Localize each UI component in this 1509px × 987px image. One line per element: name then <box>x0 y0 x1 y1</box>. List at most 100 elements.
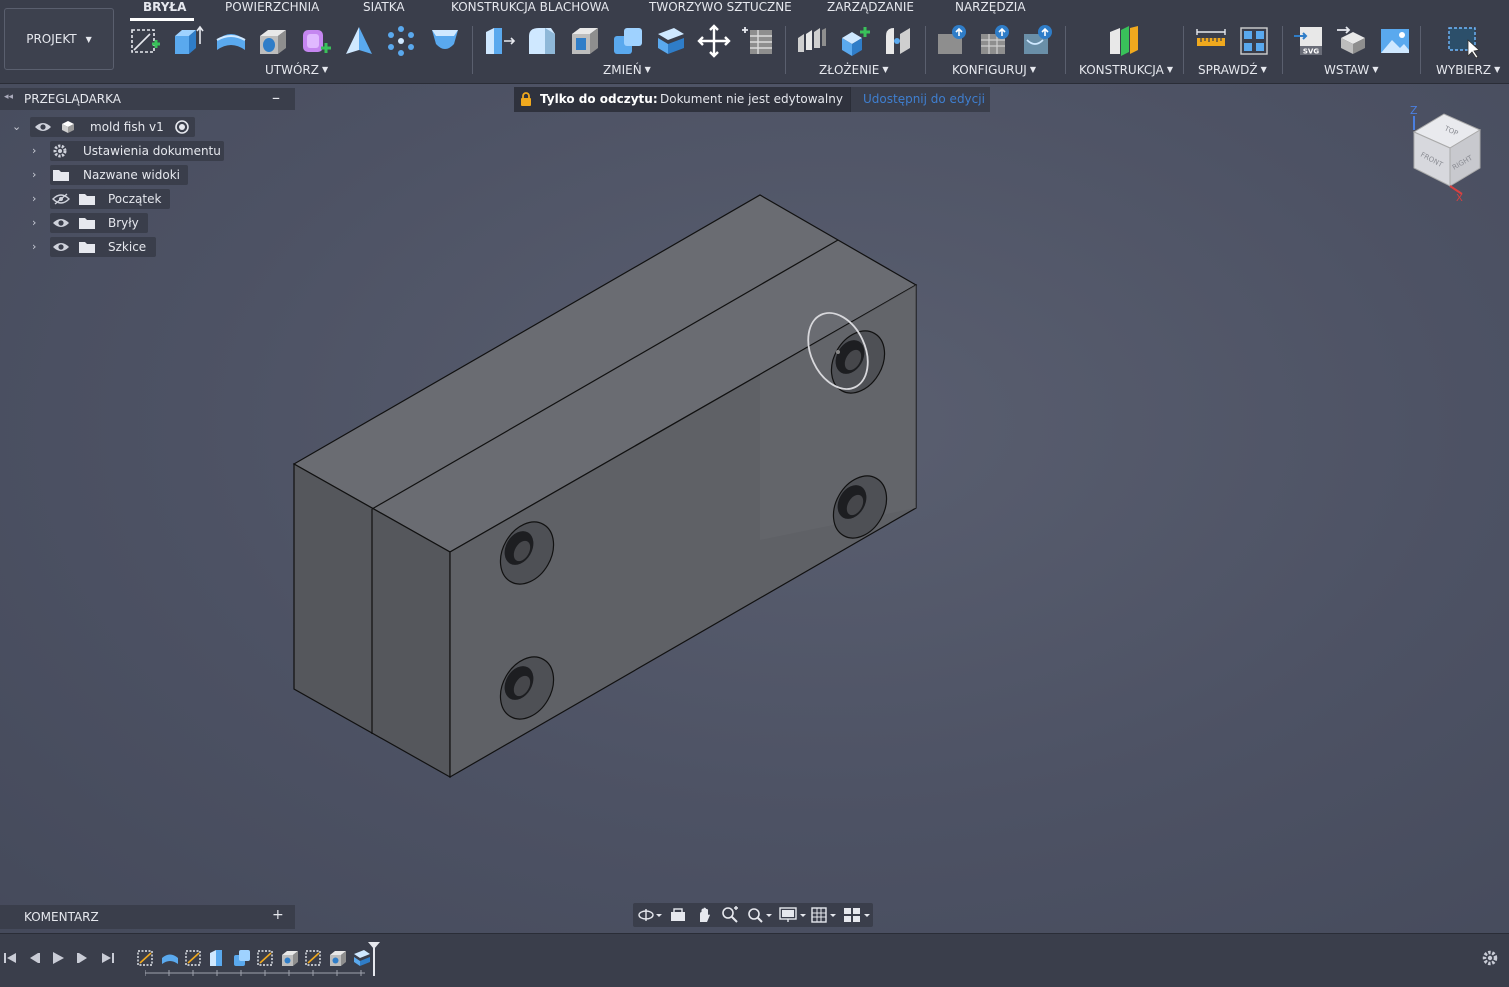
model-view[interactable] <box>0 84 1509 933</box>
tab-plastic[interactable]: TWORZYWO SZTUCZNE <box>649 0 792 14</box>
timeline-hole-icon[interactable] <box>328 948 348 968</box>
eye-hidden-icon[interactable] <box>52 193 70 205</box>
chevron-right-icon[interactable]: › <box>32 192 44 205</box>
group-assemble-label[interactable]: ZŁOŻENIE ▼ <box>819 63 888 77</box>
insert-svg-icon[interactable]: SVG <box>1292 24 1326 58</box>
group-create-label[interactable]: UTWÓRZ ▼ <box>265 63 328 77</box>
timeline-hole-icon[interactable] <box>280 948 300 968</box>
fillet-icon[interactable] <box>525 24 559 58</box>
create-form-icon[interactable] <box>299 24 333 58</box>
offset-face-icon[interactable] <box>654 24 688 58</box>
orbit-icon[interactable] <box>637 907 663 923</box>
pyramid-icon[interactable] <box>342 24 376 58</box>
timeline-sketch-icon[interactable] <box>304 948 324 968</box>
tab-solid[interactable]: BRYŁA <box>143 0 186 14</box>
timeline-marker[interactable] <box>368 942 380 976</box>
zoom-icon[interactable] <box>721 906 739 924</box>
tab-surface[interactable]: POWIERZCHNIA <box>225 0 319 14</box>
configure-design-icon[interactable] <box>935 24 969 58</box>
chevron-right-icon[interactable]: › <box>32 144 44 157</box>
add-comment-icon[interactable]: + <box>272 907 284 923</box>
browser-root-item[interactable]: mold fish v1 <box>30 117 195 137</box>
project-button[interactable]: PROJEKT ▼ <box>4 8 114 70</box>
caret-down-icon: ▼ <box>1260 65 1267 74</box>
change-parameters-icon[interactable] <box>740 24 774 58</box>
tab-utilities[interactable]: NARZĘDZIA <box>955 0 1026 14</box>
offset-plane-icon[interactable] <box>1107 24 1141 58</box>
browser-item-sketches[interactable]: Szkice <box>50 237 156 257</box>
timeline-sketch-icon[interactable] <box>136 948 156 968</box>
create-sketch-icon[interactable] <box>128 24 162 58</box>
press-pull-icon[interactable] <box>482 24 516 58</box>
timeline-revolve-icon[interactable] <box>160 948 180 968</box>
joint-icon[interactable] <box>838 24 872 58</box>
browser-item-label: Nazwane widoki <box>83 168 180 182</box>
axis-z-label: Z <box>1410 104 1418 117</box>
timeline-combine-icon[interactable] <box>232 948 252 968</box>
select-icon[interactable] <box>1446 24 1480 58</box>
chevron-right-icon[interactable]: › <box>32 240 44 253</box>
shell-icon[interactable] <box>568 24 602 58</box>
look-at-icon[interactable] <box>669 906 687 924</box>
timeline-press-pull-icon[interactable] <box>208 948 228 968</box>
group-inspect-label[interactable]: SPRAWDŹ ▼ <box>1198 63 1267 77</box>
group-select-label[interactable]: WYBIERZ ▼ <box>1436 63 1500 77</box>
step-back-icon[interactable] <box>26 950 42 966</box>
share-for-edit-link[interactable]: Udostępnij do edycji <box>850 87 990 112</box>
tab-mesh[interactable]: SIATKA <box>363 0 405 14</box>
chevron-right-icon[interactable]: › <box>32 168 44 181</box>
browser-item-bodies[interactable]: Bryły <box>50 213 148 233</box>
grid-settings-icon[interactable] <box>811 906 839 924</box>
caret-down-icon: ▼ <box>1372 65 1379 74</box>
canvas-viewport[interactable] <box>0 84 1509 933</box>
timeline-sketch-icon[interactable] <box>256 948 276 968</box>
caret-down-icon: ▼ <box>1494 65 1501 74</box>
read-only-banner: Tylko do odczytu: Dokument nie jest edyt… <box>514 87 990 112</box>
browser-item-document-settings[interactable]: Ustawienia dokumentu <box>50 141 224 161</box>
browser-item-named-views[interactable]: Nazwane widoki <box>50 165 188 185</box>
group-configure-label[interactable]: KONFIGURUJ ▼ <box>952 63 1036 77</box>
view-cube[interactable]: Z TOP FRONT RIGHT X <box>1402 100 1502 205</box>
extrude-icon[interactable] <box>170 24 204 58</box>
configuration-rules-icon[interactable] <box>1021 24 1055 58</box>
step-forward-icon[interactable] <box>75 950 91 966</box>
hole-icon[interactable] <box>256 24 290 58</box>
go-to-start-icon[interactable] <box>2 950 18 966</box>
eye-icon[interactable] <box>34 121 52 133</box>
play-icon[interactable] <box>50 950 66 966</box>
collapse-panel-icon[interactable]: ◂◂ <box>4 92 13 102</box>
group-modify-label[interactable]: ZMIEŃ ▼ <box>603 63 651 77</box>
move-copy-icon[interactable] <box>697 24 731 58</box>
chevron-down-icon[interactable]: ⌄ <box>12 120 24 133</box>
group-insert-label[interactable]: WSTAW ▼ <box>1324 63 1378 77</box>
browser-item-origin[interactable]: Początek <box>50 189 170 209</box>
insert-mesh-icon[interactable] <box>1335 24 1369 58</box>
section-analysis-icon[interactable] <box>1237 24 1271 58</box>
as-built-joint-icon[interactable] <box>882 24 916 58</box>
group-construct-label[interactable]: KONSTRUKCJA ▼ <box>1079 63 1173 77</box>
timeline-settings-gear-icon[interactable] <box>1481 949 1499 967</box>
timeline-sketch-icon[interactable] <box>184 948 204 968</box>
mirror-icon[interactable] <box>428 24 462 58</box>
revolve-icon[interactable] <box>214 24 248 58</box>
new-component-icon[interactable] <box>795 24 829 58</box>
tab-manage[interactable]: ZARZĄDZANIE <box>827 0 914 14</box>
component-icon <box>62 121 74 133</box>
pan-icon[interactable] <box>695 906 713 924</box>
pattern-icon[interactable] <box>384 24 418 58</box>
activate-radio-icon[interactable] <box>175 120 189 134</box>
chevron-right-icon[interactable]: › <box>32 216 44 229</box>
configuration-table-icon[interactable] <box>978 24 1012 58</box>
insert-canvas-icon[interactable] <box>1378 24 1412 58</box>
minimize-icon[interactable]: – <box>272 88 280 107</box>
combine-icon[interactable] <box>611 24 645 58</box>
eye-icon[interactable] <box>52 241 70 253</box>
go-to-end-icon[interactable] <box>100 950 116 966</box>
measure-icon[interactable] <box>1194 24 1228 58</box>
eye-icon[interactable] <box>52 217 70 229</box>
project-label: PROJEKT <box>26 32 77 46</box>
tab-sheet-metal[interactable]: KONSTRUKCJA BLACHOWA <box>451 0 609 14</box>
fit-zoom-icon[interactable] <box>747 906 773 924</box>
viewports-icon[interactable] <box>843 906 871 924</box>
display-settings-icon[interactable] <box>779 906 807 924</box>
